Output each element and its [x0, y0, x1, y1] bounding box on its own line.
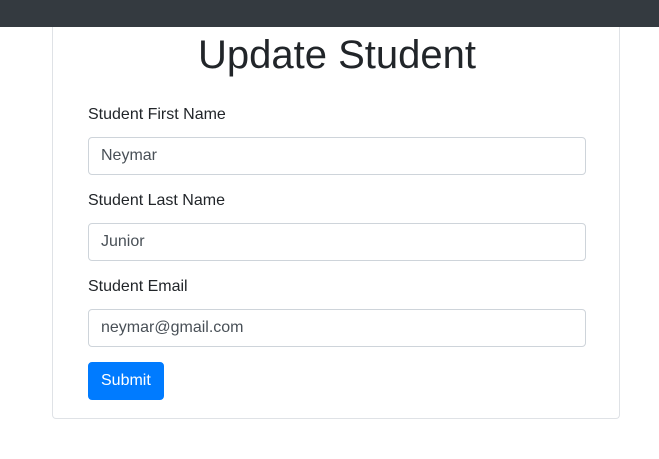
first-name-input[interactable] [88, 137, 586, 175]
email-group: Student Email [88, 277, 586, 347]
email-label: Student Email [88, 278, 188, 295]
update-student-card: Update Student Student First Name Studen… [52, 27, 620, 419]
last-name-input[interactable] [88, 223, 586, 261]
top-navbar [0, 0, 659, 27]
first-name-label: Student First Name [88, 106, 226, 123]
submit-button[interactable]: Submit [88, 362, 164, 400]
last-name-group: Student Last Name [88, 191, 586, 261]
last-name-label: Student Last Name [88, 192, 225, 209]
page-title: Update Student [198, 33, 476, 77]
first-name-group: Student First Name [88, 105, 586, 175]
email-input[interactable] [88, 309, 586, 347]
